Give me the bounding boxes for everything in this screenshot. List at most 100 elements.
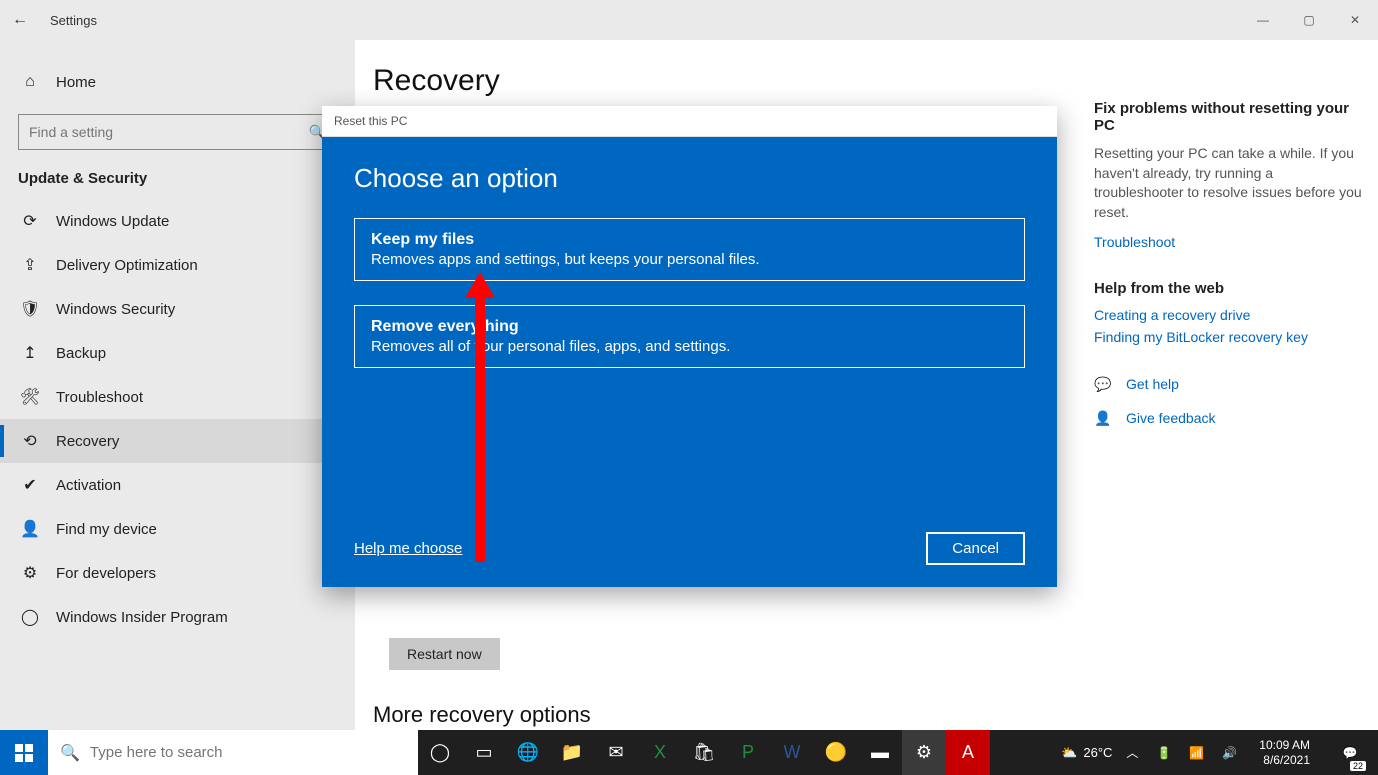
developer-icon: ⚙ (20, 563, 40, 583)
minimize-button[interactable]: — (1240, 0, 1286, 40)
sidebar-category: Update & Security (0, 164, 355, 199)
dialog-heading: Choose an option (354, 163, 1025, 194)
sidebar-item-activation[interactable]: ✔ Activation (0, 463, 355, 507)
start-button[interactable] (0, 730, 48, 775)
notifications-button[interactable]: 💬 22 (1328, 730, 1372, 775)
shield-icon: 🛡 (20, 299, 40, 319)
store-icon[interactable]: 🛍 (682, 730, 726, 775)
search-icon: 🔍 (60, 743, 80, 763)
pdf-icon[interactable]: A (946, 730, 990, 775)
close-button[interactable]: ✕ (1332, 0, 1378, 40)
maximize-button[interactable]: ▢ (1286, 0, 1332, 40)
weather-widget[interactable]: ⛅ 26°C (1061, 745, 1112, 761)
taskbar-search[interactable]: 🔍 (48, 730, 418, 775)
edge-icon[interactable]: 🌐 (506, 730, 550, 775)
dialog-titlebar: Reset this PC (322, 106, 1057, 137)
help-link-recovery-drive[interactable]: Creating a recovery drive (1094, 307, 1364, 323)
option-desc: Removes apps and settings, but keeps you… (371, 251, 1008, 268)
sidebar: ⌂ Home 🔍 Update & Security ⟳ Windows Upd… (0, 40, 355, 730)
task-view-icon[interactable]: ▭ (462, 730, 506, 775)
clock-time: 10:09 AM (1259, 738, 1310, 752)
clock[interactable]: 10:09 AM 8/6/2021 (1251, 738, 1318, 767)
mail-icon[interactable]: ✉ (594, 730, 638, 775)
volume-icon[interactable]: 🔊 (1218, 746, 1241, 760)
sidebar-item-label: Delivery Optimization (56, 257, 198, 274)
right-panel: Fix problems without resetting your PC R… (1094, 100, 1364, 427)
find-device-icon: 👤 (20, 519, 40, 539)
title-bar: ← Settings — ▢ ✕ (0, 0, 1378, 40)
sidebar-item-windows-update[interactable]: ⟳ Windows Update (0, 199, 355, 243)
sidebar-item-windows-security[interactable]: 🛡 Windows Security (0, 287, 355, 331)
weather-icon: ⛅ (1061, 745, 1077, 761)
sidebar-item-label: For developers (56, 565, 156, 582)
windows-icon (15, 744, 33, 762)
clock-date: 8/6/2021 (1259, 753, 1310, 767)
chrome-icon[interactable]: 🟡 (814, 730, 858, 775)
taskbar-apps: ◯ ▭ 🌐 📁 ✉ X 🛍 P W 🟡 ▬ ⚙ A (418, 730, 990, 775)
help-web-heading: Help from the web (1094, 280, 1364, 297)
sidebar-item-label: Activation (56, 477, 121, 494)
search-box[interactable]: 🔍 (18, 114, 337, 150)
sidebar-item-delivery-optimization[interactable]: ⇪ Delivery Optimization (0, 243, 355, 287)
help-link-bitlocker[interactable]: Finding my BitLocker recovery key (1094, 329, 1364, 345)
dialog-body: Choose an option Keep my files Removes a… (322, 137, 1057, 587)
search-input[interactable] (29, 124, 309, 140)
publisher-icon[interactable]: P (726, 730, 770, 775)
sidebar-home-label: Home (56, 74, 96, 91)
get-help-row[interactable]: 💬 Get help (1094, 375, 1364, 393)
window-controls: — ▢ ✕ (1240, 0, 1378, 40)
feedback-icon: 👤 (1094, 409, 1112, 427)
sidebar-item-label: Windows Insider Program (56, 609, 228, 626)
recovery-icon: ⟲ (20, 431, 40, 451)
option-desc: Removes all of your personal files, apps… (371, 338, 1008, 355)
sidebar-item-find-my-device[interactable]: 👤 Find my device (0, 507, 355, 551)
cortana-icon[interactable]: ◯ (418, 730, 462, 775)
home-icon: ⌂ (20, 72, 40, 92)
restart-now-button[interactable]: Restart now (389, 638, 500, 670)
sidebar-item-troubleshoot[interactable]: 🛠 Troubleshoot (0, 375, 355, 419)
explorer-icon[interactable]: 📁 (550, 730, 594, 775)
sidebar-item-backup[interactable]: ↥ Backup (0, 331, 355, 375)
check-icon: ✔ (20, 475, 40, 495)
sidebar-item-insider[interactable]: ◯ Windows Insider Program (0, 595, 355, 639)
option-title: Remove everything (371, 318, 1008, 336)
word-icon[interactable]: W (770, 730, 814, 775)
taskbar: 🔍 ◯ ▭ 🌐 📁 ✉ X 🛍 P W 🟡 ▬ ⚙ A ⛅ 26°C ︿ 🔋 📶… (0, 730, 1378, 775)
notification-icon: 💬 (1343, 746, 1358, 760)
fix-text: Resetting your PC can take a while. If y… (1094, 144, 1364, 222)
sidebar-item-label: Troubleshoot (56, 389, 143, 406)
page-title: Recovery (373, 64, 1057, 98)
fix-heading: Fix problems without resetting your PC (1094, 100, 1364, 134)
more-recovery-options-heading: More recovery options (373, 702, 1057, 728)
wifi-icon[interactable]: 📶 (1185, 746, 1208, 760)
feedback-link[interactable]: Give feedback (1126, 410, 1216, 426)
option-title: Keep my files (371, 231, 1008, 249)
sidebar-item-label: Recovery (56, 433, 119, 450)
sidebar-item-for-developers[interactable]: ⚙ For developers (0, 551, 355, 595)
help-me-choose-link[interactable]: Help me choose (354, 540, 462, 557)
cancel-button[interactable]: Cancel (926, 532, 1025, 565)
taskbar-search-input[interactable] (90, 744, 406, 761)
settings-taskbar-icon[interactable]: ⚙ (902, 730, 946, 775)
troubleshoot-link[interactable]: Troubleshoot (1094, 234, 1364, 250)
option-remove-everything[interactable]: Remove everything Removes all of your pe… (354, 305, 1025, 368)
feedback-row[interactable]: 👤 Give feedback (1094, 409, 1364, 427)
excel-icon[interactable]: X (638, 730, 682, 775)
app-icon[interactable]: ▬ (858, 730, 902, 775)
sync-icon: ⟳ (20, 211, 40, 231)
battery-icon[interactable]: 🔋 (1152, 746, 1175, 760)
get-help-link[interactable]: Get help (1126, 376, 1179, 392)
insider-icon: ◯ (20, 607, 40, 627)
sidebar-item-label: Windows Security (56, 301, 175, 318)
tray-chevron-icon[interactable]: ︿ (1122, 744, 1142, 761)
sidebar-home[interactable]: ⌂ Home (0, 60, 355, 104)
back-button[interactable]: ← (0, 11, 40, 29)
wrench-icon: 🛠 (20, 387, 40, 407)
sidebar-item-recovery[interactable]: ⟲ Recovery (0, 419, 355, 463)
selection-marker (0, 425, 4, 457)
backup-icon: ↥ (20, 343, 40, 363)
notification-badge: 22 (1350, 761, 1366, 771)
option-keep-my-files[interactable]: Keep my files Removes apps and settings,… (354, 218, 1025, 281)
sidebar-item-label: Find my device (56, 521, 157, 538)
sidebar-item-label: Windows Update (56, 213, 169, 230)
